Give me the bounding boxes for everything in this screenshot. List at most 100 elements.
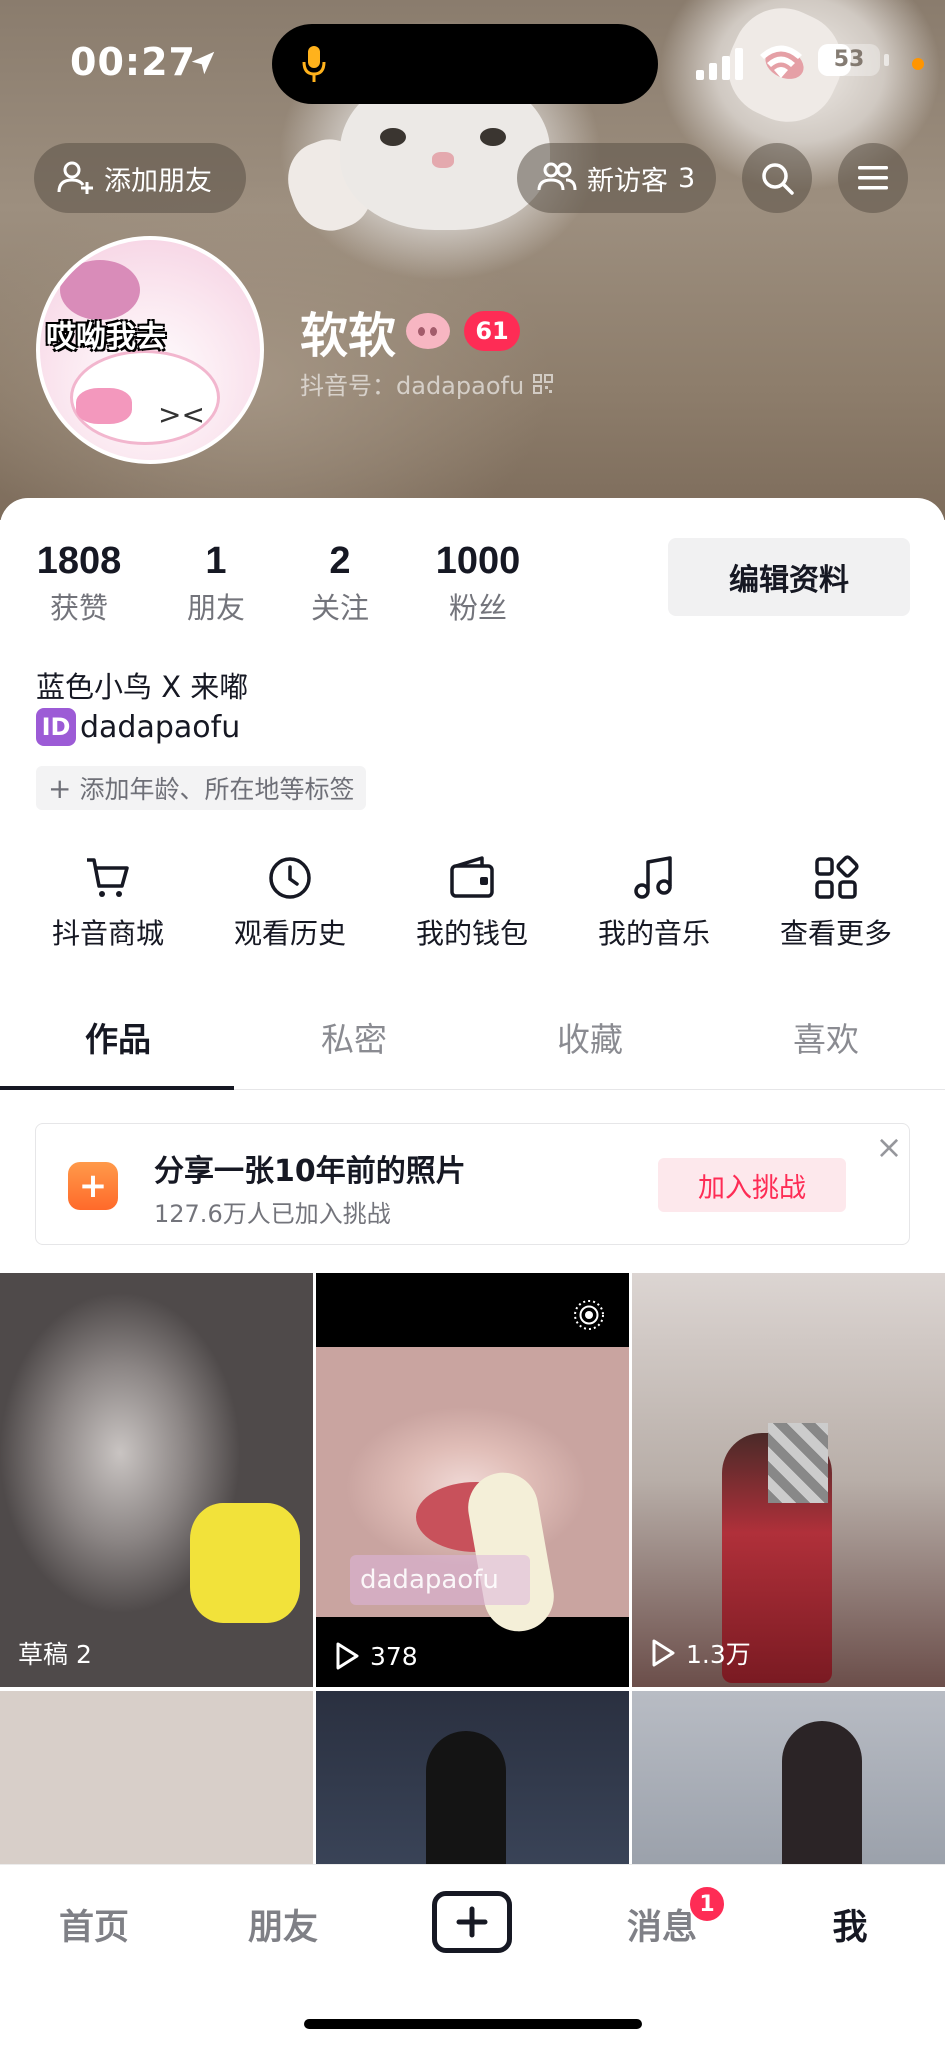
stat-value: 1000 xyxy=(435,540,521,582)
video-thumbnail xyxy=(426,1731,506,1871)
dynamic-island xyxy=(272,24,658,104)
microphone-icon xyxy=(302,46,326,82)
challenge-subtitle: 127.6万人已加入挑战 xyxy=(154,1200,391,1228)
search-button[interactable] xyxy=(742,143,812,213)
hamburger-menu-icon xyxy=(858,166,888,190)
video-grid: 草稿 2 dadapaofu 378 1.3万 xyxy=(0,1273,945,1873)
id-badge-icon: ID xyxy=(36,708,76,746)
nav-home[interactable]: 首页 xyxy=(24,1899,164,1950)
cart-icon xyxy=(87,858,129,897)
active-tab-indicator xyxy=(0,1086,234,1090)
stat-label: 获赞 xyxy=(49,591,108,625)
douyin-id[interactable]: 抖音号：dadapaofu xyxy=(300,366,554,401)
shortcut-label: 观看历史 xyxy=(233,917,346,950)
video-thumbnail xyxy=(782,1721,862,1871)
plus-icon xyxy=(456,1906,488,1938)
tab-favorites[interactable]: 收藏 xyxy=(472,998,708,1090)
tab-likes[interactable]: 喜欢 xyxy=(708,998,944,1090)
add-friend-label: 添加朋友 xyxy=(104,165,212,197)
shortcut-label: 我的音乐 xyxy=(597,917,710,950)
id-handle: dadapaofu xyxy=(80,709,241,745)
level-badge[interactable]: 61 xyxy=(464,311,521,351)
add-friend-button[interactable]: 添加朋友 xyxy=(34,143,246,213)
tab-private[interactable]: 私密 xyxy=(236,998,472,1090)
stat-label: 关注 xyxy=(310,591,369,625)
visitors-icon xyxy=(537,162,577,191)
stat-value: 1 xyxy=(205,540,227,582)
avatar-caption: 哎呦我去 xyxy=(46,320,166,355)
plus-icon: + xyxy=(48,771,72,805)
profile-bio: 蓝色小鸟 X 来嘟 xyxy=(36,670,249,704)
video-tile[interactable]: dadapaofu 378 xyxy=(316,1273,629,1687)
stat-following[interactable]: 2 关注 xyxy=(300,540,380,627)
video-tile[interactable] xyxy=(0,1691,313,1871)
search-icon xyxy=(762,163,794,195)
play-icon xyxy=(336,1642,359,1670)
create-button[interactable] xyxy=(432,1891,512,1953)
id-handle-row[interactable]: ID dadapaofu xyxy=(36,708,240,746)
battery-percent: 53 xyxy=(833,47,865,72)
play-count: 1.3万 xyxy=(650,1635,751,1671)
challenge-banner[interactable]: + 分享一张10年前的照片 127.6万人已加入挑战 加入挑战 × xyxy=(35,1123,910,1245)
avatar[interactable]: >< 哎呦我去 xyxy=(36,236,264,464)
content-tabs: 作品 私密 收藏 喜欢 xyxy=(0,998,945,1090)
new-visitors-button[interactable]: 新访客 3 xyxy=(517,143,716,213)
mosaic-blur xyxy=(768,1423,828,1503)
battery-cap xyxy=(884,54,889,66)
douyin-id-text: 抖音号：dadapaofu xyxy=(300,372,525,400)
wallet-icon xyxy=(450,856,494,898)
location-arrow-icon xyxy=(191,51,215,75)
play-count-value: 378 xyxy=(370,1641,418,1671)
add-user-icon xyxy=(57,161,93,194)
challenge-camera-plus-icon: + xyxy=(68,1162,118,1210)
cellular-signal-icon xyxy=(696,48,743,80)
shortcut-wallet[interactable]: 我的钱包 xyxy=(382,854,562,952)
stat-value: 2 xyxy=(329,540,351,582)
add-tags-label: 添加年龄、所在地等标签 xyxy=(79,775,355,804)
shortcut-history[interactable]: 观看历史 xyxy=(200,854,380,952)
stat-label: 粉丝 xyxy=(448,591,507,625)
edit-profile-button[interactable]: 编辑资料 xyxy=(668,538,910,616)
nav-friends[interactable]: 朋友 xyxy=(213,1899,353,1950)
battery-indicator: 53 xyxy=(818,44,880,76)
visitors-count: 3 xyxy=(678,162,696,194)
stat-likes[interactable]: 1808 获赞 xyxy=(34,540,124,627)
sponge-sticker xyxy=(190,1503,300,1623)
add-tags-button[interactable]: + 添加年龄、所在地等标签 xyxy=(36,766,367,810)
shortcut-row: 抖音商城 观看历史 我的钱包 我的音乐 查看更多 xyxy=(0,854,945,964)
tab-works[interactable]: 作品 xyxy=(0,998,236,1090)
status-bar: 00:27 53 xyxy=(0,0,945,120)
video-tile[interactable] xyxy=(316,1691,629,1871)
avatar-eyes: >< xyxy=(158,398,205,431)
qr-code-icon[interactable] xyxy=(532,373,554,395)
wifi-icon xyxy=(760,45,802,78)
close-icon[interactable]: × xyxy=(874,1131,904,1163)
shortcut-music[interactable]: 我的音乐 xyxy=(564,854,744,952)
stat-followers[interactable]: 1000 粉丝 xyxy=(432,540,524,627)
stat-friends[interactable]: 1 朋友 xyxy=(176,540,256,627)
play-count: 378 xyxy=(334,1641,418,1671)
shortcut-more[interactable]: 查看更多 xyxy=(746,854,926,952)
video-tile[interactable] xyxy=(632,1691,945,1871)
live-photo-icon xyxy=(574,1300,604,1330)
join-challenge-button[interactable]: 加入挑战 xyxy=(658,1158,846,1212)
video-tile[interactable]: 1.3万 xyxy=(632,1273,945,1687)
shortcut-mall[interactable]: 抖音商城 xyxy=(18,854,198,952)
avatar-macaron-hat xyxy=(60,260,140,320)
pig-emoji-icon xyxy=(406,313,451,349)
menu-button[interactable] xyxy=(838,143,908,213)
video-tile-draft[interactable]: 草稿 2 xyxy=(0,1273,313,1687)
play-count-value: 1.3万 xyxy=(686,1640,751,1669)
clock-icon xyxy=(269,857,311,899)
status-time: 00:27 xyxy=(70,40,196,84)
draft-label: 草稿 2 xyxy=(18,1640,92,1669)
home-indicator[interactable] xyxy=(304,2019,642,2029)
privacy-indicator-dot xyxy=(912,58,924,70)
stat-value: 1808 xyxy=(36,540,122,582)
nav-me[interactable]: 我 xyxy=(780,1899,920,1950)
grid-more-icon xyxy=(815,855,859,899)
visitors-label: 新访客 xyxy=(587,165,668,197)
challenge-title: 分享一张10年前的照片 xyxy=(154,1154,466,1189)
shortcut-label: 抖音商城 xyxy=(51,917,164,950)
play-icon xyxy=(652,1639,675,1667)
